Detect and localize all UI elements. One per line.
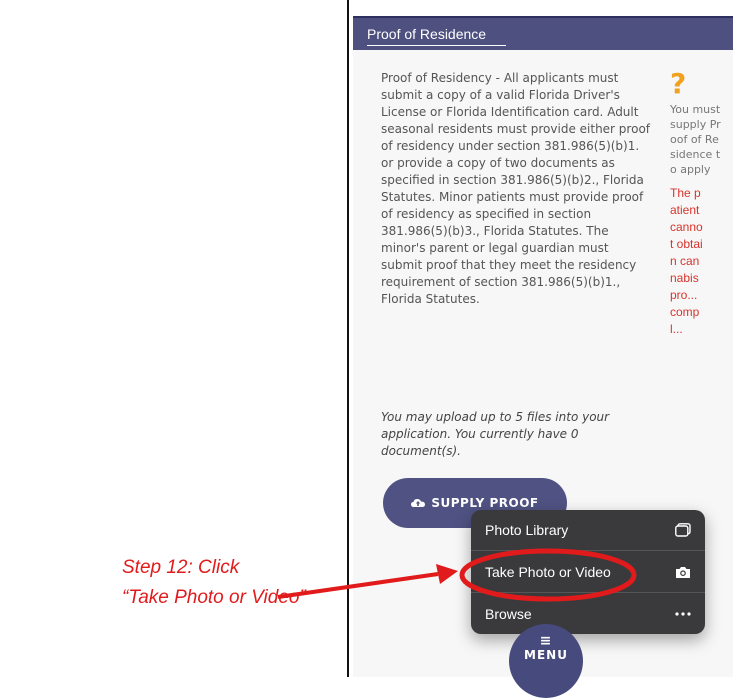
menu-separator (471, 592, 705, 593)
menu-separator (471, 550, 705, 551)
panel-header: Proof of Residence (353, 16, 733, 52)
cloud-upload-icon (411, 499, 426, 507)
menu-item-label: Browse (485, 606, 532, 622)
menu-item-take-photo[interactable]: Take Photo or Video (471, 552, 705, 592)
menu-item-browse[interactable]: Browse (471, 594, 705, 634)
more-icon (675, 612, 691, 616)
status-text: You must supply Proof of Residence to ap… (670, 103, 721, 176)
menu-item-label: Take Photo or Video (485, 564, 611, 580)
supply-proof-label: SUPPLY PROOF (431, 496, 539, 510)
panel-title: Proof of Residence (367, 26, 487, 42)
side-status-column: ? You must supply Proof of Residence to … (670, 70, 733, 338)
attachment-popup-menu: Photo Library Take Photo or Video Browse (471, 510, 705, 634)
residency-description: Proof of Residency - All applicants must… (381, 71, 651, 306)
step-line-2: “Take Photo or Video” (122, 587, 306, 608)
title-underline (367, 45, 506, 46)
warning-text: The patient cannot obtain cannabis pro..… (670, 186, 703, 336)
camera-icon (676, 566, 690, 578)
hamburger-icon: ≡ (539, 633, 553, 649)
menu-label: MENU (524, 648, 568, 662)
step-instruction: Step 12: Click “Take Photo or Video” (122, 553, 306, 613)
photo-library-icon (675, 523, 691, 537)
menu-item-label: Photo Library (485, 522, 569, 538)
menu-button[interactable]: ≡ MENU (509, 624, 583, 698)
step-line-1: Step 12: Click (122, 557, 240, 578)
menu-item-photo-library[interactable]: Photo Library (471, 510, 705, 550)
question-mark-icon: ? (670, 67, 687, 100)
upload-note: You may upload up to 5 files into your a… (381, 410, 610, 458)
